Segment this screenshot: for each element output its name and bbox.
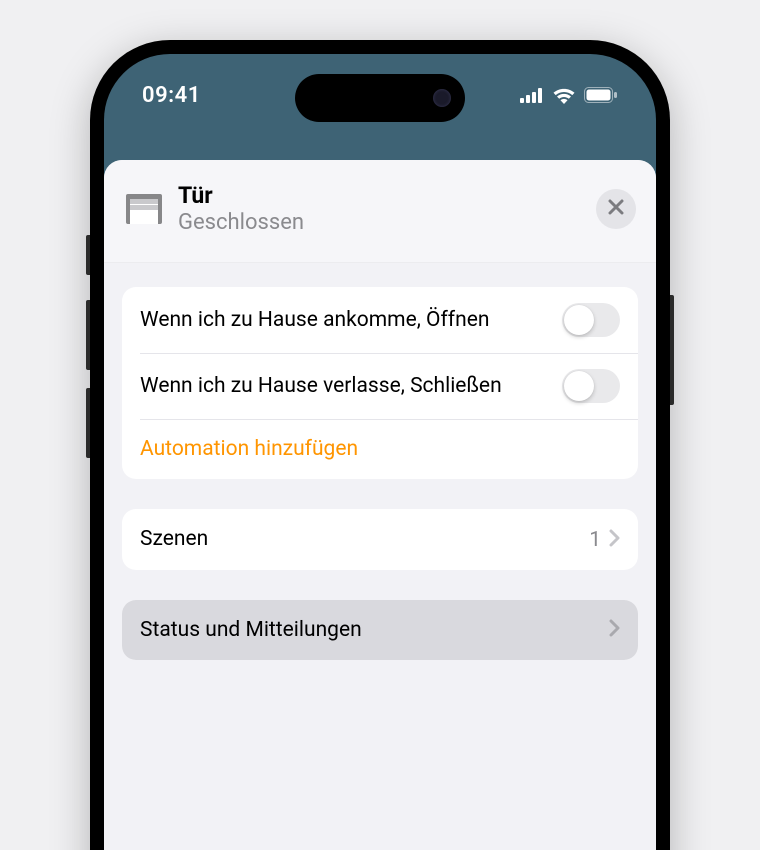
close-button[interactable]: [596, 189, 636, 229]
scenes-count: 1: [589, 528, 601, 552]
status-notifications-row[interactable]: Status und Mitteilungen: [122, 600, 638, 660]
wifi-icon: [552, 87, 576, 104]
scenes-label: Szenen: [140, 525, 589, 553]
automations-card: Wenn ich zu Hause ankomme, Öffnen Wenn i…: [122, 287, 638, 479]
add-automation-label: Automation hinzufügen: [140, 435, 620, 463]
status-card: Status und Mitteilungen: [122, 600, 638, 660]
camera-icon: [433, 89, 451, 107]
garage-door-icon: [124, 189, 164, 229]
automation-row-leave[interactable]: Wenn ich zu Hause verlasse, Schließen: [122, 353, 638, 419]
close-icon: [608, 199, 624, 219]
dynamic-island: [295, 74, 465, 122]
chevron-right-icon: [609, 619, 620, 641]
automation-toggle-arrive[interactable]: [562, 303, 620, 337]
automation-row-arrive[interactable]: Wenn ich zu Hause ankomme, Öffnen: [122, 287, 638, 353]
automation-label: Wenn ich zu Hause ankomme, Öffnen: [140, 306, 562, 334]
battery-icon: [584, 87, 618, 103]
scenes-card: Szenen 1: [122, 509, 638, 569]
cellular-signal-icon: [520, 88, 544, 103]
automation-label: Wenn ich zu Hause verlasse, Schließen: [140, 372, 562, 400]
scenes-row[interactable]: Szenen 1: [122, 509, 638, 569]
accessory-title: Tür: [178, 182, 596, 210]
status-time: 09:41: [142, 83, 252, 108]
sheet-header: Tür Geschlossen: [104, 160, 656, 263]
accessory-settings-sheet: Tür Geschlossen Wenn ich: [104, 160, 656, 850]
status-notifications-label: Status und Mitteilungen: [140, 616, 609, 644]
automation-toggle-leave[interactable]: [562, 369, 620, 403]
accessory-status: Geschlossen: [178, 210, 596, 236]
chevron-right-icon: [609, 529, 620, 551]
add-automation-button[interactable]: Automation hinzufügen: [122, 419, 638, 479]
